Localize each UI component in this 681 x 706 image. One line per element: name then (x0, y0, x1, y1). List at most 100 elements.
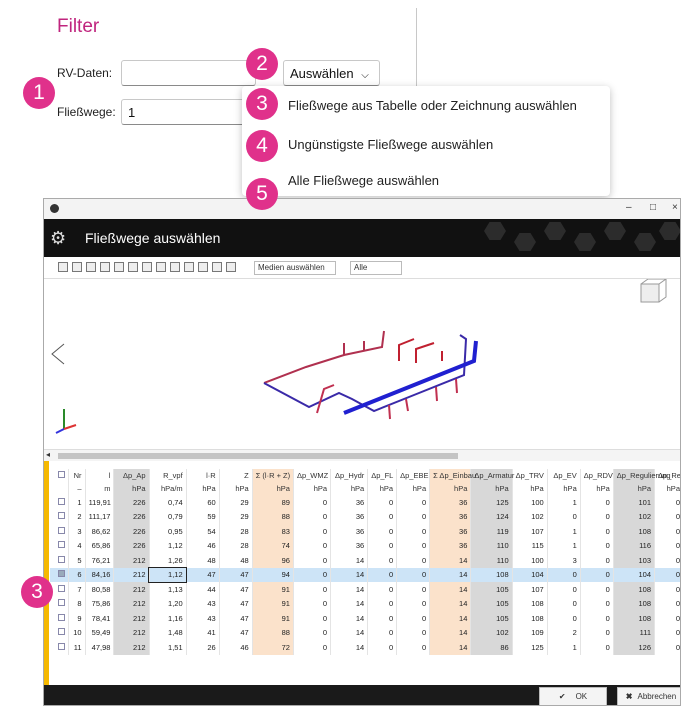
row-checkbox[interactable] (58, 526, 66, 534)
table-row[interactable]: 9 78,41 212 1,16 43 47 91 0 14 0 0 14 105 108 0 0 108 0 (50, 611, 680, 626)
column-header[interactable]: R_vpf (149, 469, 187, 482)
table-row[interactable]: 8 75,86 212 1,20 43 47 91 0 14 0 0 14 105 108 0 0 108 0 (50, 596, 680, 611)
column-header[interactable]: hPa/m (149, 482, 187, 495)
cancel-button[interactable]: ✖ Abbrechen (617, 687, 680, 705)
tool-icon[interactable] (58, 262, 68, 272)
checkbox-cell[interactable] (50, 538, 70, 553)
checkbox-cell[interactable] (50, 509, 70, 524)
maximize-button[interactable]: □ (650, 202, 656, 213)
column-header[interactable]: hPa (547, 482, 581, 495)
column-header[interactable]: hPa (293, 482, 332, 495)
scroll-thumb[interactable] (58, 453, 458, 459)
column-header[interactable]: hPa (252, 482, 294, 495)
checkbox-cell[interactable] (50, 640, 70, 655)
minimize-button[interactable]: – (626, 202, 632, 213)
close-button[interactable]: × (672, 202, 678, 213)
row-checkbox[interactable] (58, 570, 66, 578)
row-checkbox[interactable] (58, 613, 66, 621)
column-header[interactable]: Δp_TRV (512, 469, 548, 482)
alle-dropdown[interactable]: Alle (350, 261, 402, 275)
column-header[interactable]: hPa (429, 482, 472, 495)
column-header[interactable]: Δp_EBE (396, 469, 431, 482)
row-checkbox[interactable] (58, 497, 66, 505)
column-header[interactable]: l·R (186, 469, 220, 482)
menu-item-worst-paths[interactable]: Ungünstigste Fließwege auswählen (288, 137, 493, 152)
medien-dropdown[interactable]: Medien auswählen (254, 261, 336, 275)
column-header[interactable]: hPa (219, 482, 253, 495)
fliesswege-input[interactable]: 1 (121, 99, 256, 125)
tool-icon[interactable] (114, 262, 124, 272)
checkbox-cell[interactable] (50, 611, 70, 626)
tool-icon[interactable] (198, 262, 208, 272)
row-checkbox[interactable] (58, 512, 66, 520)
tool-icon[interactable] (142, 262, 152, 272)
column-header[interactable]: Σ Δp_Einbau (429, 469, 476, 482)
checkbox-cell[interactable] (50, 596, 70, 611)
checkbox-cell[interactable] (50, 524, 70, 539)
column-header[interactable]: hPa (580, 482, 614, 495)
drawing-view[interactable] (44, 279, 680, 449)
checkbox-cell[interactable] (50, 495, 70, 510)
column-header[interactable]: hPa (396, 482, 431, 495)
column-header[interactable]: hPa (613, 482, 656, 495)
column-header[interactable]: l (85, 469, 115, 482)
column-header[interactable] (50, 469, 70, 482)
menu-item-table-drawing[interactable]: Fließwege aus Tabelle oder Zeichnung aus… (288, 98, 577, 113)
column-header[interactable]: Δp_WMZ (293, 469, 332, 482)
ok-button[interactable]: ✔ OK (539, 687, 607, 705)
tool-icon[interactable] (72, 262, 82, 272)
scroll-left-icon[interactable]: ◂ (46, 450, 50, 459)
column-header[interactable]: Δp_Armatur (470, 469, 514, 482)
column-header[interactable]: Δp_Regulierung (613, 469, 671, 482)
table-row[interactable]: 2 111,17 226 0,79 59 29 88 0 36 0 0 36 124 102 0 0 102 0 (50, 509, 680, 524)
row-checkbox[interactable] (58, 541, 66, 549)
column-header[interactable]: m (85, 482, 115, 495)
column-header[interactable]: Δp_Hydr (330, 469, 369, 482)
checkbox-cell[interactable] (50, 553, 70, 568)
table-row[interactable]: 11 47,98 212 1,51 26 46 72 0 14 0 0 14 86 125 1 0 126 0 (50, 640, 680, 655)
rv-daten-input[interactable] (121, 60, 256, 86)
table-row[interactable]: 4 65,86 226 1,12 46 28 74 0 36 0 0 36 110 115 1 0 116 0 (50, 538, 680, 553)
column-header[interactable]: hPa (470, 482, 513, 495)
table-row[interactable]: 6 84,16 212 1,12 47 47 94 0 14 0 0 14 108 104 0 0 104 0 (50, 566, 680, 583)
column-header[interactable]: hPa (654, 482, 680, 495)
column-header[interactable]: Z (219, 469, 253, 482)
table-row[interactable]: 5 76,21 212 1,26 48 48 96 0 14 0 0 14 110 100 3 0 103 0 (50, 553, 680, 568)
zoom-icon[interactable] (226, 262, 236, 272)
column-header[interactable]: Δp_RDV (580, 469, 614, 482)
tool-icon[interactable] (170, 262, 180, 272)
column-header[interactable]: hPa (113, 482, 150, 495)
column-header[interactable]: Σ (l·R + Z) (252, 469, 294, 482)
row-checkbox[interactable] (58, 555, 66, 563)
checkbox-cell[interactable] (50, 625, 70, 640)
column-header[interactable]: Δp_FL (367, 469, 398, 482)
checkbox-cell[interactable] (50, 567, 70, 582)
column-header[interactable]: hPa (367, 482, 398, 495)
column-header[interactable]: Nr (68, 469, 86, 482)
row-checkbox[interactable] (58, 628, 66, 636)
table-row[interactable]: 1 119,91 226 0,74 60 29 89 0 36 0 0 36 125 100 1 0 101 0 (50, 495, 680, 510)
table-row[interactable]: 10 59,49 212 1,48 41 47 88 0 14 0 0 14 102 109 2 0 111 0 (50, 625, 680, 640)
auswaehlen-dropdown[interactable]: Auswählen ⌵ (283, 60, 380, 86)
horizontal-scrollbar[interactable]: ◂ (44, 449, 680, 461)
tool-icon[interactable] (100, 262, 110, 272)
select-all-checkbox[interactable] (58, 471, 66, 478)
tool-icon[interactable] (184, 262, 194, 272)
tool-icon[interactable] (156, 262, 166, 272)
column-header[interactable]: Δp_Rest (654, 469, 680, 482)
row-checkbox[interactable] (58, 584, 66, 592)
column-header[interactable]: Δp_Ap (113, 469, 150, 482)
column-header[interactable]: – (68, 482, 86, 495)
menu-item-all-paths[interactable]: Alle Fließwege auswählen (288, 173, 439, 188)
column-header[interactable]: Δp_EV (547, 469, 581, 482)
column-header[interactable]: hPa (186, 482, 220, 495)
row-checkbox[interactable] (58, 642, 66, 650)
row-checkbox[interactable] (58, 599, 66, 607)
tool-icon[interactable] (128, 262, 138, 272)
table-row[interactable]: 3 86,62 226 0,95 54 28 83 0 36 0 0 36 119 107 1 0 108 0 (50, 524, 680, 539)
column-header[interactable]: hPa (330, 482, 369, 495)
tool-icon[interactable] (86, 262, 96, 272)
column-header[interactable] (50, 482, 70, 495)
tool-icon[interactable] (212, 262, 222, 272)
column-header[interactable]: hPa (512, 482, 548, 495)
